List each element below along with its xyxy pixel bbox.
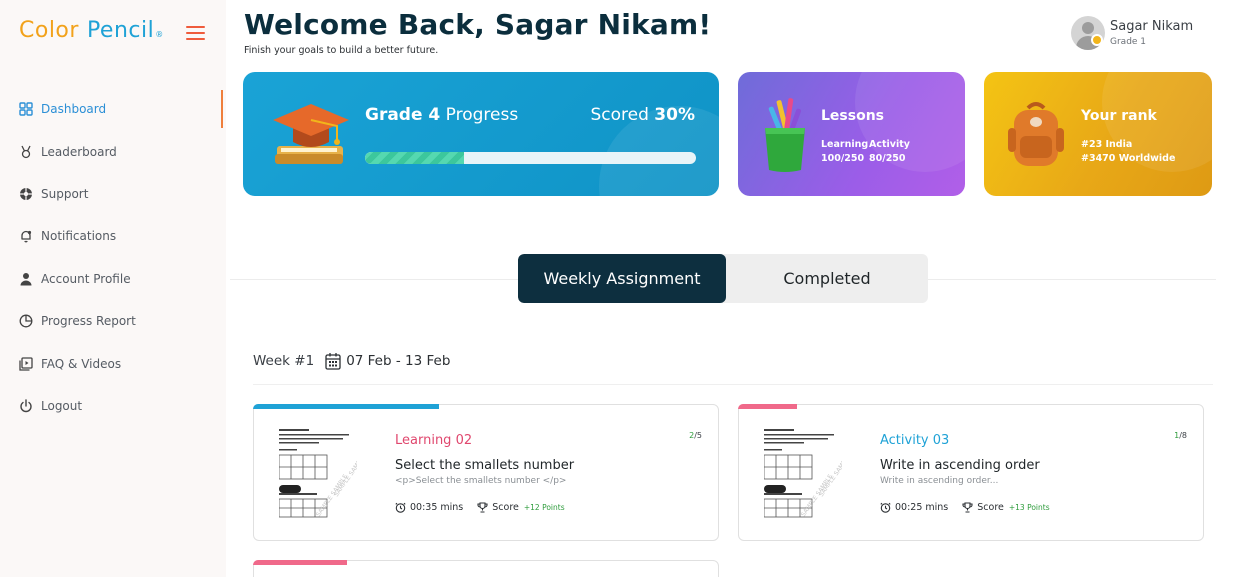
trophy-icon <box>477 502 488 513</box>
sidebar-item-logout[interactable]: Logout <box>0 385 226 427</box>
sidebar-item-label: Logout <box>41 398 83 413</box>
assignment-card[interactable]: SAMPLE SAMPLE SAMPLE SAMPLE Learning 02 2… <box>253 404 719 541</box>
assignment-title: Select the smallets number <box>395 458 575 473</box>
user-grade: Grade 1 <box>1110 37 1147 47</box>
rank-india: #23 India <box>1081 139 1133 150</box>
pencil-cup-icon <box>765 98 805 172</box>
brand-logo[interactable]: Color Pencil ® <box>19 18 163 43</box>
app: Color Pencil ® Dashboard Leaderboard Sup… <box>0 0 1234 577</box>
calendar-icon[interactable] <box>325 352 341 370</box>
assignment-points: +12 Points <box>523 503 565 512</box>
clock-icon <box>880 502 891 513</box>
assignment-score-label: Score <box>492 502 519 513</box>
registered-mark: ® <box>155 30 164 39</box>
assignment-tabs: Weekly Assignment Completed <box>518 254 928 303</box>
medal-icon <box>18 144 33 159</box>
rank-card[interactable]: Your rank #23 India #3470 Worldwide <box>984 72 1212 196</box>
sidebar-item-faq-videos[interactable]: FAQ & Videos <box>0 342 226 384</box>
progress-score: Scored 30% <box>590 105 695 125</box>
assignment-count: 1/8 <box>1174 431 1187 440</box>
assignment-meta: 00:35 mins Score +12 Points <box>395 502 579 513</box>
progress-label: Grade 4 Progress <box>365 105 519 125</box>
rank-title: Your rank <box>1081 108 1157 124</box>
rank-world: #3470 Worldwide <box>1081 153 1176 164</box>
sidebar-item-label: Support <box>41 186 89 201</box>
logo-text-color: Color <box>19 18 79 43</box>
graduation-cap-icon <box>273 104 349 164</box>
divider <box>253 384 1213 385</box>
assignment-category: Learning 02 <box>395 433 473 448</box>
video-icon <box>18 356 33 371</box>
user-icon <box>18 271 33 286</box>
chart-icon <box>18 314 33 329</box>
week-label: Week #1 <box>253 353 315 369</box>
sidebar-item-label: Leaderboard <box>41 144 117 159</box>
page-subtitle: Finish your goals to build a better futu… <box>244 45 439 56</box>
assignment-title: Write in ascending order <box>880 458 1040 473</box>
card-accent-bar <box>253 560 347 565</box>
assignment-meta: 00:25 mins Score +13 Points <box>880 502 1064 513</box>
tab-weekly-assignment[interactable]: Weekly Assignment <box>518 254 726 303</box>
trophy-icon <box>962 502 973 513</box>
assignment-category: Activity 03 <box>880 433 950 448</box>
assignment-score-label: Score <box>977 502 1004 513</box>
assignment-points: +13 Points <box>1008 503 1050 512</box>
user-name: Sagar Nikam <box>1110 19 1194 34</box>
assignment-desc: Write in ascending order... <box>880 476 999 486</box>
week-header: Week #1 07 Feb - 13 Feb <box>253 352 450 370</box>
sidebar-nav: Dashboard Leaderboard Support Notificati… <box>0 88 226 427</box>
sidebar-item-dashboard[interactable]: Dashboard <box>0 88 226 130</box>
assignment-time: 00:25 mins <box>895 502 949 513</box>
hamburger-menu-icon[interactable] <box>186 26 205 40</box>
sidebar-item-label: FAQ & Videos <box>41 356 122 371</box>
support-icon <box>18 186 33 201</box>
logo-text-pencil: Pencil <box>86 18 155 43</box>
grid-icon <box>18 102 33 117</box>
user-profile[interactable]: Sagar Nikam Grade 1 <box>1071 16 1193 50</box>
sidebar-item-support[interactable]: Support <box>0 173 226 215</box>
sidebar-item-label: Dashboard <box>41 102 107 117</box>
sidebar: Color Pencil ® Dashboard Leaderboard Sup… <box>0 0 226 577</box>
week-range: 07 Feb - 13 Feb <box>346 353 451 369</box>
progress-bar <box>365 152 696 164</box>
lessons-card[interactable]: Lessons Learning Activity 100/250 80/250 <box>738 72 965 196</box>
rank-stats: #23 India #3470 Worldwide <box>1081 138 1175 166</box>
card-accent-bar <box>253 404 439 409</box>
sidebar-item-label: Notifications <box>41 229 117 244</box>
sidebar-item-label: Progress Report <box>41 314 136 329</box>
assignment-card[interactable] <box>253 560 719 577</box>
worksheet-thumbnail: SAMPLE SAMPLESAMPLE SAMPLE <box>764 427 842 519</box>
progress-bar-fill <box>365 152 465 164</box>
assignment-count: 2/5 <box>689 431 702 440</box>
power-icon <box>18 398 33 413</box>
page-title: Welcome Back, Sagar Nikam! <box>244 8 712 41</box>
sidebar-item-label: Account Profile <box>41 271 131 286</box>
progress-card: Grade 4 Progress Scored 30% <box>243 72 719 196</box>
sidebar-item-leaderboard[interactable]: Leaderboard <box>0 130 226 172</box>
clock-icon <box>395 502 406 513</box>
sidebar-item-account-profile[interactable]: Account Profile <box>0 258 226 300</box>
assignment-card[interactable]: SAMPLE SAMPLE SAMPLE SAMPLE Activity 03 1… <box>738 404 1204 541</box>
assignment-desc: <p>Select the smallets number </p> <box>395 476 567 486</box>
lessons-stats: Learning Activity 100/250 80/250 <box>821 139 910 164</box>
bell-icon <box>18 229 33 244</box>
sidebar-item-progress-report[interactable]: Progress Report <box>0 300 226 342</box>
lessons-title: Lessons <box>821 108 884 124</box>
worksheet-thumbnail: SAMPLE SAMPLESAMPLE SAMPLE <box>279 427 357 519</box>
backpack-icon <box>1008 102 1064 166</box>
assignment-time: 00:35 mins <box>410 502 464 513</box>
award-badge-icon <box>1091 34 1103 46</box>
tab-completed[interactable]: Completed <box>726 254 928 303</box>
card-accent-bar <box>738 404 797 409</box>
sidebar-item-notifications[interactable]: Notifications <box>0 215 226 257</box>
